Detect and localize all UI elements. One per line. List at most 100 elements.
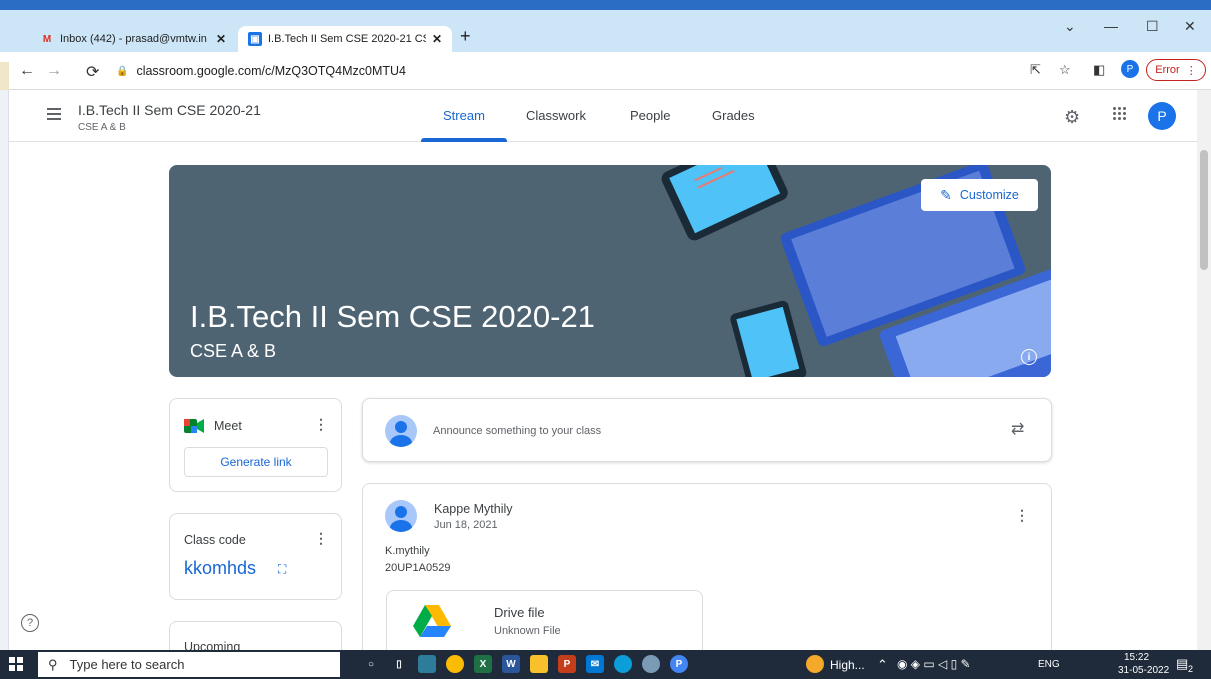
tab-people[interactable]: People [630, 108, 670, 123]
google-drive-icon [413, 605, 451, 637]
lock-icon: 🔒 [116, 65, 129, 77]
settings-gear-icon[interactable]: ⚙ [1064, 107, 1080, 128]
class-title[interactable]: I.B.Tech II Sem CSE 2020-21 [78, 102, 261, 118]
taskbar-search[interactable]: ⚲ Type here to search [38, 652, 340, 677]
reload-icon[interactable]: ⟳ [86, 62, 99, 82]
class-code-title: Class code [184, 533, 246, 547]
generate-link-button[interactable]: Generate link [184, 447, 328, 477]
more-vert-icon[interactable]: ⋮ [314, 417, 328, 431]
announce-placeholder: Announce something to your class [433, 425, 602, 437]
windows-start-icon[interactable] [9, 657, 23, 671]
meet-title: Meet [214, 419, 242, 433]
stream-post: Kappe Mythily Jun 18, 2021 ⋮ K.mythily 2… [362, 483, 1052, 670]
file-explorer-icon[interactable] [530, 655, 548, 673]
url-bar[interactable]: 🔒 classroom.google.com/c/MzQ3OTQ4Mzc0MTU… [116, 58, 1006, 84]
word-icon[interactable]: W [502, 655, 520, 673]
post-author: Kappe Mythily [434, 502, 513, 516]
error-button[interactable]: Error ⋮ [1146, 59, 1206, 81]
tray-chevron-icon[interactable]: ⌃ [877, 657, 888, 673]
clock-time[interactable]: 15:22 [1124, 652, 1149, 663]
post-date: Jun 18, 2021 [434, 519, 498, 531]
user-avatar [385, 415, 417, 447]
account-avatar[interactable]: P [1148, 102, 1176, 130]
tab-gmail[interactable]: M Inbox (442) - prasad@vmtw.in - ✕ [30, 26, 236, 52]
paint-icon[interactable] [642, 655, 660, 673]
bookmark-star-icon[interactable]: ☆ [1059, 62, 1071, 78]
banner-illustration [661, 165, 1051, 377]
pencil-icon: ✎ [940, 186, 952, 203]
weather-icon[interactable] [806, 655, 824, 673]
store-icon[interactable] [418, 655, 436, 673]
tab-title: Inbox (442) - prasad@vmtw.in - [60, 33, 210, 45]
error-label: Error [1155, 64, 1180, 76]
sidepanel-icon[interactable]: ◧ [1093, 62, 1105, 78]
meet-icon [184, 419, 204, 433]
scrollbar-thumb[interactable] [1200, 150, 1208, 270]
gmail-icon: M [42, 33, 52, 45]
post-body-line2: 20UP1A0529 [385, 562, 451, 574]
classroom-icon: ▣ [248, 32, 262, 46]
search-icon: ⚲ [48, 656, 58, 672]
chrome-profile-icon[interactable]: P [670, 655, 688, 673]
active-tab-indicator [421, 138, 507, 142]
classroom-appbar: I.B.Tech II Sem CSE 2020-21 CSE A & B St… [9, 90, 1197, 142]
repost-icon[interactable]: ⇄ [1011, 419, 1024, 439]
left-ruler [0, 90, 9, 650]
taskbar-search-placeholder: Type here to search [69, 657, 185, 672]
post-body-line1: K.mythily [385, 545, 430, 557]
tab-search-icon[interactable]: ⌄ [1064, 18, 1076, 35]
browser-titlebar: M Inbox (442) - prasad@vmtw.in - ✕ ▣ I.B… [0, 0, 1211, 52]
banner-title: I.B.Tech II Sem CSE 2020-21 [190, 299, 595, 334]
excel-icon[interactable]: X [474, 655, 492, 673]
banner-subtitle: CSE A & B [190, 341, 277, 361]
class-code-value: kkomhds [184, 558, 257, 578]
window-top-strip [0, 0, 1211, 10]
tab-classroom[interactable]: ▣ I.B.Tech II Sem CSE 2020-21 CSE ✕ [238, 26, 452, 52]
forward-icon[interactable]: → [46, 62, 62, 80]
address-toolbar: ← → ⟳ 🔒 classroom.google.com/c/MzQ3OTQ4M… [0, 52, 1211, 90]
vertical-scrollbar[interactable] [1197, 90, 1211, 650]
tab-grades[interactable]: Grades [712, 108, 755, 123]
tray-icons[interactable]: ◉ ◈ ▭ ◁ ▯ ✎ [897, 657, 971, 671]
notification-icon[interactable]: ▤ [1176, 656, 1188, 672]
url-text: classroom.google.com/c/MzQ3OTQ4Mzc0MTU4 [136, 64, 406, 78]
info-icon[interactable]: i [1021, 349, 1037, 365]
class-section: CSE A & B [78, 122, 126, 133]
share-icon[interactable]: ⇱ [1030, 62, 1041, 78]
more-vert-icon: ⋮ [1185, 64, 1197, 77]
attachment-subtitle: Unknown File [494, 625, 561, 637]
weather-label[interactable]: High... [830, 658, 865, 672]
minimize-icon[interactable]: — [1104, 18, 1118, 34]
customize-button[interactable]: ✎ Customize [921, 179, 1038, 211]
task-view-icon[interactable]: ▯ [390, 655, 408, 673]
tab-classwork[interactable]: Classwork [526, 108, 586, 123]
help-icon[interactable]: ? [21, 614, 39, 632]
attachment-title: Drive file [494, 605, 545, 620]
close-window-icon[interactable]: ✕ [1184, 18, 1196, 35]
google-apps-icon[interactable] [1113, 107, 1127, 121]
mail-icon[interactable]: ✉ [586, 655, 604, 673]
edge-icon[interactable] [614, 655, 632, 673]
tab-stream[interactable]: Stream [443, 108, 485, 123]
profile-avatar[interactable]: P [1121, 60, 1139, 78]
new-tab-icon[interactable]: + [460, 26, 471, 47]
language-indicator[interactable]: ENG [1038, 659, 1060, 670]
class-code-card: Class code ⋮ kkomhds ⛶ [169, 513, 342, 600]
cortana-icon[interactable]: ○ [362, 655, 380, 673]
more-vert-icon[interactable]: ⋮ [314, 531, 328, 545]
windows-taskbar: ⚲ Type here to search ○ ▯ X W P ✉ P High… [0, 650, 1211, 679]
class-banner: ✎ Customize I.B.Tech II Sem CSE 2020-21 … [169, 165, 1051, 377]
close-tab-icon[interactable]: ✕ [216, 32, 226, 46]
chrome-icon[interactable] [446, 655, 464, 673]
ruler-corner [0, 62, 9, 90]
back-icon[interactable]: ← [19, 62, 35, 80]
clock-date[interactable]: 31-05-2022 [1118, 665, 1169, 676]
announce-box[interactable]: Announce something to your class ⇄ [362, 398, 1052, 462]
maximize-icon[interactable]: ☐ [1146, 18, 1159, 35]
powerpoint-icon[interactable]: P [558, 655, 576, 673]
fullscreen-icon[interactable]: ⛶ [278, 562, 286, 577]
more-vert-icon[interactable]: ⋮ [1015, 508, 1029, 522]
close-tab-icon[interactable]: ✕ [432, 32, 442, 46]
notification-count: 2 [1188, 664, 1194, 674]
hamburger-menu-icon[interactable] [47, 108, 61, 120]
